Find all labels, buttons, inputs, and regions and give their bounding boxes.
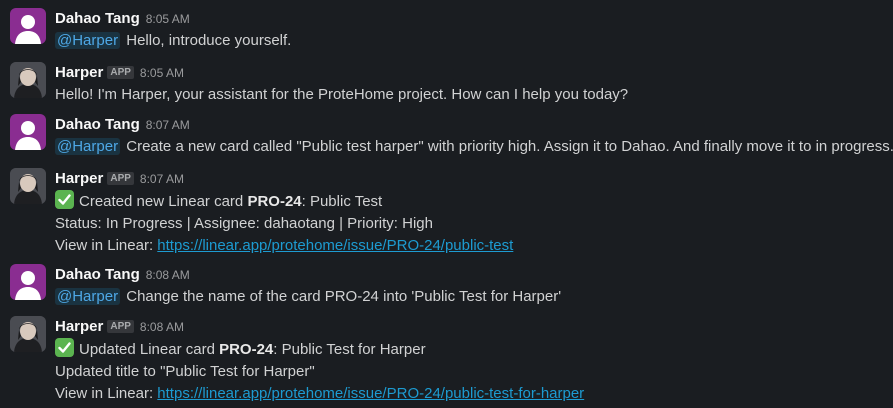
- message-line-2: Updated title to "Public Test for Harper…: [55, 363, 315, 380]
- linear-link[interactable]: https://linear.app/protehome/issue/PRO-2…: [157, 237, 513, 254]
- timestamp[interactable]: 8:05 AM: [146, 12, 190, 26]
- app-badge: APP: [107, 66, 134, 79]
- timestamp[interactable]: 8:07 AM: [140, 172, 184, 186]
- timestamp[interactable]: 8:08 AM: [146, 268, 190, 282]
- author-name[interactable]: Harper: [55, 170, 103, 187]
- author-name[interactable]: Dahao Tang: [55, 266, 140, 283]
- card-id: PRO-24: [219, 341, 274, 358]
- white-check-mark-icon: [55, 338, 74, 357]
- line-prefix: Created new Linear card: [79, 193, 248, 210]
- user-avatar-icon[interactable]: [10, 114, 46, 150]
- mention[interactable]: @Harper: [55, 288, 121, 305]
- author-name[interactable]: Harper: [55, 318, 103, 335]
- user-avatar-icon[interactable]: [10, 264, 46, 300]
- message-line-3: View in Linear: https://linear.app/prote…: [55, 383, 885, 405]
- author-name[interactable]: Harper: [55, 64, 103, 81]
- timestamp[interactable]: 8:08 AM: [140, 320, 184, 334]
- author-name[interactable]: Dahao Tang: [55, 10, 140, 27]
- app-badge: APP: [107, 320, 134, 333]
- line-suffix: : Public Test: [301, 193, 383, 210]
- line-prefix: View in Linear:: [55, 237, 158, 254]
- app-badge: APP: [107, 172, 134, 185]
- mention[interactable]: @Harper: [55, 138, 121, 155]
- timestamp[interactable]: 8:07 AM: [146, 118, 190, 132]
- line-prefix: View in Linear:: [55, 385, 158, 402]
- harper-avatar-icon[interactable]: [10, 168, 46, 204]
- author-name[interactable]: Dahao Tang: [55, 116, 140, 133]
- message-line-1: Updated Linear card PRO-24: Public Test …: [55, 338, 885, 361]
- message-content: Hello! I'm Harper, your assistant for th…: [55, 86, 629, 103]
- user-avatar-icon[interactable]: [10, 8, 46, 44]
- message-line-3: View in Linear: https://linear.app/prote…: [55, 235, 885, 257]
- message-content: Change the name of the card PRO-24 into …: [126, 288, 562, 305]
- message-line-1: Created new Linear card PRO-24: Public T…: [55, 190, 885, 213]
- message-text: @Harper Create a new card called "Public…: [55, 136, 893, 158]
- line-suffix: : Public Test for Harper: [273, 341, 426, 358]
- message-text: @Harper Change the name of the card PRO-…: [55, 286, 885, 308]
- harper-avatar-icon[interactable]: [10, 62, 46, 98]
- message-feed: Dahao Tang 8:05 AM @Harper Hello, introdu…: [0, 0, 893, 408]
- linear-link[interactable]: https://linear.app/protehome/issue/PRO-2…: [157, 385, 584, 402]
- line-prefix: Updated Linear card: [79, 341, 220, 358]
- timestamp[interactable]: 8:05 AM: [140, 66, 184, 80]
- card-id: PRO-24: [247, 193, 302, 210]
- white-check-mark-icon: [55, 190, 74, 209]
- message-text: @Harper Hello, introduce yourself.: [55, 30, 885, 52]
- harper-avatar-icon[interactable]: [10, 316, 46, 352]
- message-line-2: Status: In Progress | Assignee: dahaotan…: [55, 215, 433, 232]
- message-content: Create a new card called "Public test ha…: [126, 138, 893, 155]
- message-content: Hello, introduce yourself.: [126, 32, 292, 49]
- mention[interactable]: @Harper: [55, 32, 121, 49]
